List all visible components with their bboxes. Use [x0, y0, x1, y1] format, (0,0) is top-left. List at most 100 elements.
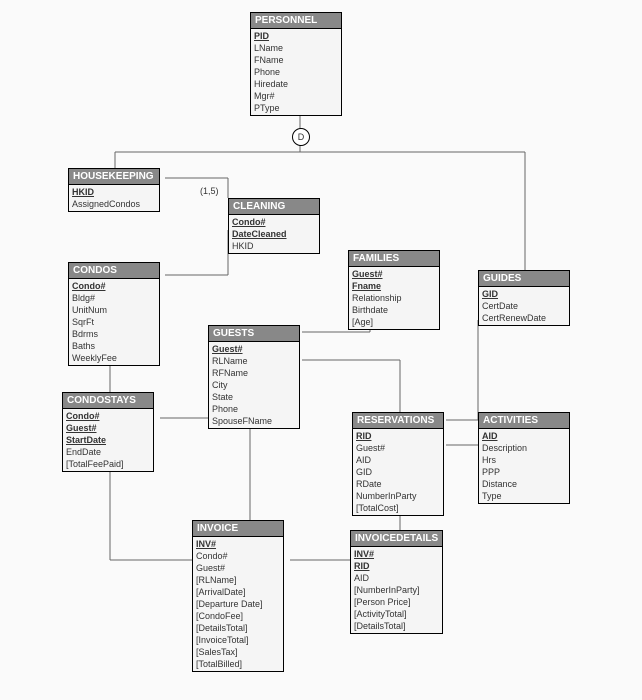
entity-attr: Guest# — [356, 442, 440, 454]
entity-attr: Phone — [212, 403, 296, 415]
entity-attr: [DetailsTotal] — [354, 620, 439, 632]
entity-attr: AssignedCondos — [72, 198, 156, 210]
entity-attr: Fname — [352, 280, 436, 292]
entity-attr: Mgr# — [254, 90, 338, 102]
entity-attr: [NumberInParty] — [354, 584, 439, 596]
entity-attr: Guest# — [196, 562, 280, 574]
entity-attr: Condo# — [232, 216, 316, 228]
entity-title: INVOICE — [193, 521, 283, 537]
entity-attrs: RIDGuest#AIDGIDRDateNumberInParty[TotalC… — [353, 429, 443, 515]
entity-attr: RDate — [356, 478, 440, 490]
entity-attr: Condo# — [72, 280, 156, 292]
entity-title: HOUSEKEEPING — [69, 169, 159, 185]
entity-attr: RFName — [212, 367, 296, 379]
entity-attr: Bldg# — [72, 292, 156, 304]
cardinality-label: (1,5) — [200, 186, 219, 196]
entity-families: FAMILIESGuest#FnameRelationshipBirthdate… — [348, 250, 440, 330]
entity-attrs: Condo#Guest#StartDateEndDate[TotalFeePai… — [63, 409, 153, 471]
entity-attr: [TotalCost] — [356, 502, 440, 514]
entity-attr: [CondoFee] — [196, 610, 280, 622]
entity-attr: Description — [482, 442, 566, 454]
entity-attr: Distance — [482, 478, 566, 490]
entity-attr: EndDate — [66, 446, 150, 458]
entity-attr: INV# — [354, 548, 439, 560]
entity-title: GUIDES — [479, 271, 569, 287]
entity-attr: NumberInParty — [356, 490, 440, 502]
entity-attrs: Condo#DateCleanedHKID — [229, 215, 319, 253]
entity-attr: SqrFt — [72, 316, 156, 328]
entity-title: CONDOSTAYS — [63, 393, 153, 409]
entity-attr: WeeklyFee — [72, 352, 156, 364]
entity-attr: Hrs — [482, 454, 566, 466]
entity-attr: Hiredate — [254, 78, 338, 90]
entity-attr: [SalesTax] — [196, 646, 280, 658]
entity-attr: GID — [482, 288, 566, 300]
entity-attrs: INV#RIDAID[NumberInParty][Person Price][… — [351, 547, 442, 633]
entity-attrs: Condo#Bldg#UnitNumSqrFtBdrmsBathsWeeklyF… — [69, 279, 159, 365]
entity-attr: City — [212, 379, 296, 391]
entity-attr: State — [212, 391, 296, 403]
entity-attr: Type — [482, 490, 566, 502]
entity-attr: Condo# — [196, 550, 280, 562]
entity-attr: StartDate — [66, 434, 150, 446]
entity-attr: PID — [254, 30, 338, 42]
entity-attr: PPP — [482, 466, 566, 478]
entity-attr: FName — [254, 54, 338, 66]
entity-condos: CONDOSCondo#Bldg#UnitNumSqrFtBdrmsBathsW… — [68, 262, 160, 366]
entity-attr: DateCleaned — [232, 228, 316, 240]
entity-attr: AID — [356, 454, 440, 466]
entity-attr: INV# — [196, 538, 280, 550]
entity-attr: [Departure Date] — [196, 598, 280, 610]
entity-attr: [ActivityTotal] — [354, 608, 439, 620]
entity-attr: HKID — [72, 186, 156, 198]
entity-title: GUESTS — [209, 326, 299, 342]
entity-attr: SpouseFName — [212, 415, 296, 427]
entity-guides: GUIDESGIDCertDateCertRenewDate — [478, 270, 570, 326]
entity-attr: RID — [356, 430, 440, 442]
entity-attrs: GIDCertDateCertRenewDate — [479, 287, 569, 325]
entity-attr: CertDate — [482, 300, 566, 312]
entity-attr: Guest# — [352, 268, 436, 280]
entity-attr: [Age] — [352, 316, 436, 328]
entity-attr: [TotalFeePaid] — [66, 458, 150, 470]
entity-title: CLEANING — [229, 199, 319, 215]
entity-attrs: INV#Condo#Guest#[RLName][ArrivalDate][De… — [193, 537, 283, 671]
entity-housekeeping: HOUSEKEEPINGHKIDAssignedCondos — [68, 168, 160, 212]
er-diagram-canvas: { "chart_data": { "type": "er-diagram", … — [0, 0, 642, 700]
entity-attr: AID — [482, 430, 566, 442]
entity-attr: Guest# — [66, 422, 150, 434]
entity-attr: Phone — [254, 66, 338, 78]
entity-guests: GUESTSGuest#RLNameRFNameCityStatePhoneSp… — [208, 325, 300, 429]
entity-attr: AID — [354, 572, 439, 584]
entity-attr: PType — [254, 102, 338, 114]
entity-title: CONDOS — [69, 263, 159, 279]
entity-attrs: Guest#FnameRelationshipBirthdate[Age] — [349, 267, 439, 329]
entity-attrs: HKIDAssignedCondos — [69, 185, 159, 211]
specialization-discriminator: D — [292, 128, 310, 146]
entity-attr: [Person Price] — [354, 596, 439, 608]
entity-attr: [InvoiceTotal] — [196, 634, 280, 646]
entity-activities: ACTIVITIESAIDDescriptionHrsPPPDistanceTy… — [478, 412, 570, 504]
entity-attr: CertRenewDate — [482, 312, 566, 324]
entity-attr: Condo# — [66, 410, 150, 422]
entity-attrs: Guest#RLNameRFNameCityStatePhoneSpouseFN… — [209, 342, 299, 428]
entity-reservations: RESERVATIONSRIDGuest#AIDGIDRDateNumberIn… — [352, 412, 444, 516]
entity-attr: HKID — [232, 240, 316, 252]
entity-title: FAMILIES — [349, 251, 439, 267]
entity-personnel: PERSONNELPIDLNameFNamePhoneHiredateMgr#P… — [250, 12, 342, 116]
entity-cleaning: CLEANINGCondo#DateCleanedHKID — [228, 198, 320, 254]
entity-condostays: CONDOSTAYSCondo#Guest#StartDateEndDate[T… — [62, 392, 154, 472]
entity-title: RESERVATIONS — [353, 413, 443, 429]
entity-attr: RID — [354, 560, 439, 572]
entity-attr: Baths — [72, 340, 156, 352]
entity-invoicedetails: INVOICEDETAILSINV#RIDAID[NumberInParty][… — [350, 530, 443, 634]
entity-title: INVOICEDETAILS — [351, 531, 442, 547]
entity-attr: Relationship — [352, 292, 436, 304]
entity-attr: LName — [254, 42, 338, 54]
entity-attr: Birthdate — [352, 304, 436, 316]
entity-attr: UnitNum — [72, 304, 156, 316]
entity-attr: GID — [356, 466, 440, 478]
entity-attr: [DetailsTotal] — [196, 622, 280, 634]
entity-attr: [RLName] — [196, 574, 280, 586]
entity-attrs: PIDLNameFNamePhoneHiredateMgr#PType — [251, 29, 341, 115]
